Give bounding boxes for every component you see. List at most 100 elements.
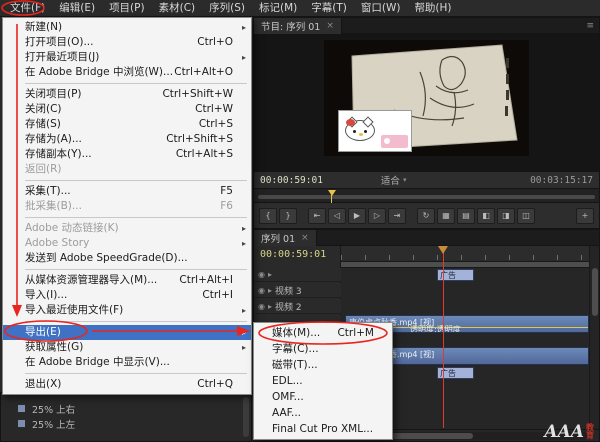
track-toggle-icon[interactable]: ◉: [258, 270, 265, 279]
extract-button[interactable]: ◨: [497, 207, 515, 224]
step-forward-button[interactable]: ▷: [368, 207, 386, 224]
close-icon[interactable]: ×: [326, 21, 334, 31]
menubar-item-sequence[interactable]: 序列(S): [202, 0, 252, 17]
menu-item-close[interactable]: 关闭(C) Ctrl+W: [3, 102, 251, 117]
track-toggle-icon[interactable]: ◉: [258, 286, 265, 295]
playhead-marker-icon[interactable]: [438, 246, 448, 254]
menubar-item-edit[interactable]: 编辑(E): [52, 0, 102, 17]
menu-item-export-edl[interactable]: EDL...: [254, 373, 392, 389]
menu-item-close-project[interactable]: 关闭项目(P) Ctrl+Shift+W: [3, 87, 251, 102]
track-twirl-icon[interactable]: ▸: [268, 302, 272, 311]
menu-item-export[interactable]: 导出(E) ▸: [3, 325, 251, 340]
submenu-arrow-icon: ▸: [241, 53, 246, 62]
menu-item-export-captions[interactable]: 字幕(C)...: [254, 341, 392, 357]
track-twirl-icon[interactable]: ▸: [268, 270, 272, 279]
loop-button[interactable]: ↻: [417, 207, 435, 224]
panel-menu-icon[interactable]: ≡: [581, 21, 599, 31]
output-button[interactable]: ▤: [457, 207, 475, 224]
menubar-item-marker[interactable]: 标记(M): [252, 0, 304, 17]
project-item-2[interactable]: 25% 上左: [1, 416, 251, 431]
track-header-video3[interactable]: ◉ ▸ 视频 3: [254, 283, 341, 298]
current-timecode[interactable]: 00:00:59:01: [260, 175, 323, 186]
close-icon[interactable]: ×: [301, 233, 309, 243]
tab-program-sequence[interactable]: 节目: 序列 01 ×: [254, 17, 342, 34]
playhead-line: [443, 248, 444, 428]
timeline-timecode[interactable]: 00:00:59:01: [260, 249, 326, 260]
submenu-arrow-icon: ▸: [241, 343, 246, 352]
project-item-1[interactable]: 25% 上右: [1, 401, 251, 416]
scrubber-playhead-icon[interactable]: [328, 190, 336, 196]
menubar-item-file[interactable]: 文件(F): [3, 0, 52, 17]
menubar-item-clip[interactable]: 素材(C): [152, 0, 203, 17]
menu-item-label: Adobe 动态链接(K): [25, 222, 119, 234]
menu-item-revert: 返回(R): [3, 162, 251, 177]
transport-controls: { } ⇤ ◁ ▶ ▷ ⇥ ↻ ▦ ▤ ◧ ◨ ◫ +: [254, 202, 599, 228]
track-toggle-icon[interactable]: ◉: [258, 302, 265, 311]
menu-item-exit[interactable]: 退出(X) Ctrl+Q: [3, 377, 251, 392]
menu-item-import[interactable]: 导入(I)... Ctrl+I: [3, 288, 251, 303]
menu-item-label: EDL...: [272, 375, 303, 387]
premiere-window: 文件(F) 编辑(E) 项目(P) 素材(C) 序列(S) 标记(M) 字幕(T…: [0, 0, 600, 442]
menu-item-adobe-story: Adobe Story ▸: [3, 236, 251, 251]
scrollbar-thumb[interactable]: [592, 268, 598, 316]
work-area-bar[interactable]: [341, 262, 589, 268]
add-button[interactable]: +: [576, 207, 594, 224]
menu-item-reveal-in-bridge[interactable]: 在 Adobe Bridge 中显示(V)...: [3, 355, 251, 370]
menu-item-export-omf[interactable]: OMF...: [254, 389, 392, 405]
menu-item-shortcut: Ctrl+Alt+S: [175, 148, 233, 160]
step-back-button[interactable]: ◁: [328, 207, 346, 224]
go-to-out-button[interactable]: ⇥: [388, 207, 406, 224]
menu-item-new[interactable]: 新建(N) ▸: [3, 20, 251, 35]
menu-item-get-properties[interactable]: 获取属性(G) ▸: [3, 340, 251, 355]
menu-item-send-to-speedgrade[interactable]: 发送到 Adobe SpeedGrade(D)...: [3, 251, 251, 266]
menu-item-export-fcp-xml[interactable]: Final Cut Pro XML...: [254, 421, 392, 437]
menu-item-label: 导出(E): [25, 326, 61, 338]
menu-item-save-copy[interactable]: 存储副本(Y)... Ctrl+Alt+S: [3, 147, 251, 162]
menu-item-open-project[interactable]: 打开项目(O)... Ctrl+O: [3, 35, 251, 50]
go-to-in-button[interactable]: ⇤: [308, 207, 326, 224]
menu-item-label: 打开项目(O)...: [25, 36, 94, 48]
mark-out-button[interactable]: }: [279, 207, 297, 224]
play-button[interactable]: ▶: [348, 207, 366, 224]
menubar-item-window[interactable]: 窗口(W): [354, 0, 408, 17]
export-frame-button[interactable]: ◫: [517, 207, 535, 224]
safe-margins-button[interactable]: ▦: [437, 207, 455, 224]
menu-item-export-media[interactable]: 媒体(M)... Ctrl+M: [254, 325, 392, 341]
menu-item-export-aaf[interactable]: AAF...: [254, 405, 392, 421]
menu-item-shortcut: Ctrl+O: [197, 36, 233, 48]
track-header-video4[interactable]: ◉ ▸: [254, 268, 341, 282]
menubar-item-title[interactable]: 字幕(T): [304, 0, 354, 17]
mark-in-button[interactable]: {: [259, 207, 277, 224]
menu-item-browse-in-bridge[interactable]: 在 Adobe Bridge 中浏览(W)... Ctrl+Alt+O: [3, 65, 251, 80]
timeline-ruler[interactable]: [341, 246, 589, 262]
lift-button[interactable]: ◧: [477, 207, 495, 224]
menu-item-shortcut: F6: [220, 200, 233, 212]
menu-item-save[interactable]: 存储(S) Ctrl+S: [3, 117, 251, 132]
menu-separator: [3, 80, 251, 87]
menu-item-import-recent[interactable]: 导入最近使用文件(F) ▸: [3, 303, 251, 318]
track-twirl-icon[interactable]: ▸: [268, 286, 272, 295]
menu-item-open-recent[interactable]: 打开最近项目(J) ▸: [3, 50, 251, 65]
scrubber-track[interactable]: [258, 195, 595, 199]
timeline-vertical-scrollbar[interactable]: [589, 246, 599, 429]
menu-item-label: 新建(N): [25, 21, 63, 33]
menu-item-export-tape[interactable]: 磁带(T)...: [254, 357, 392, 373]
menu-item-dynamic-link: Adobe 动态链接(K) ▸: [3, 221, 251, 236]
track-header-video2[interactable]: ◉ ▸ 视频 2: [254, 299, 341, 314]
menubar-item-project[interactable]: 项目(P): [102, 0, 152, 17]
tab-sequence-01[interactable]: 序列 01 ×: [254, 229, 317, 246]
menu-separator: [3, 177, 251, 184]
menu-item-label: 返回(R): [25, 163, 62, 175]
menubar-item-help[interactable]: 帮助(H): [407, 0, 458, 17]
menu-item-shortcut: Ctrl+Shift+S: [166, 133, 233, 145]
menu-item-label: 关闭项目(P): [25, 88, 82, 100]
menu-item-import-from-media-browser[interactable]: 从媒体资源管理器导入(M)... Ctrl+Alt+I: [3, 273, 251, 288]
menu-item-capture[interactable]: 采集(T)... F5: [3, 184, 251, 199]
menu-item-save-as[interactable]: 存储为(A)... Ctrl+Shift+S: [3, 132, 251, 147]
monitor-scrubber[interactable]: [254, 188, 599, 203]
hello-kitty-watermark: [338, 110, 412, 152]
fit-dropdown[interactable]: 适合 ▾: [381, 173, 407, 187]
menu-item-label: 获取属性(G): [25, 341, 84, 353]
project-scrollbar[interactable]: [243, 397, 249, 437]
menu-item-shortcut: Ctrl+I: [202, 289, 233, 301]
